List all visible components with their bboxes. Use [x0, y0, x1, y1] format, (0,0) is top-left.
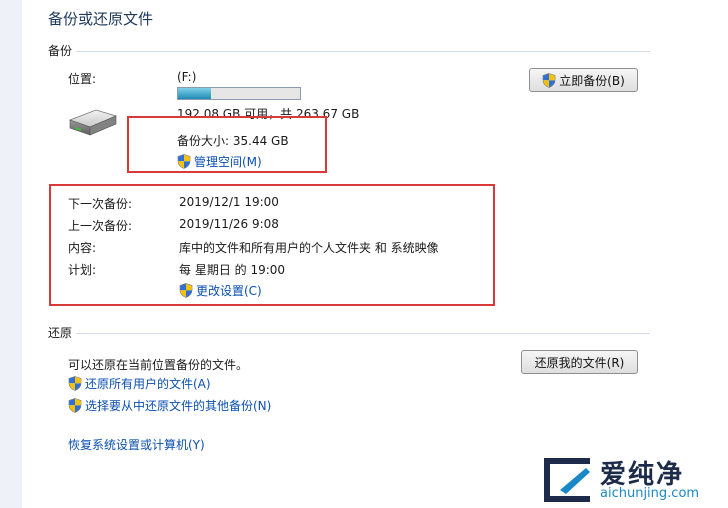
select-other-backup-link[interactable]: 选择要从中还原文件的其他备份(N) — [68, 397, 271, 414]
restore-all-users-link[interactable]: 还原所有用户的文件(A) — [68, 375, 211, 392]
hard-drive-icon — [68, 109, 118, 136]
select-other-backup-link-text: 选择要从中还原文件的其他备份(N) — [85, 399, 272, 413]
restore-description: 可以还原在当前位置备份的文件。 — [68, 358, 249, 372]
watermark: 爱纯净 aichunjing.com — [538, 452, 728, 508]
drive-value: (F:) — [177, 70, 197, 84]
shield-icon — [542, 72, 556, 88]
restore-my-files-button-label: 还原我的文件(R) — [534, 355, 625, 370]
recover-system-link-text: 恢复系统设置或计算机(Y) — [68, 438, 205, 452]
restore-my-files-button[interactable]: 还原我的文件(R) — [521, 350, 638, 374]
backup-section-title: 备份 — [48, 44, 73, 58]
watermark-url: aichunjing.com — [600, 486, 700, 501]
page-title: 备份或还原文件 — [48, 10, 154, 28]
backup-now-button-label: 立即备份(B) — [559, 73, 625, 88]
backup-now-button[interactable]: 立即备份(B) — [529, 68, 638, 92]
left-navigation-strip — [0, 0, 22, 508]
restore-section-title: 还原 — [48, 326, 73, 340]
disk-usage-bar — [177, 87, 301, 100]
shield-icon — [68, 398, 82, 413]
location-label: 位置: — [68, 72, 97, 86]
disk-usage-fill — [178, 88, 211, 99]
backup-section-divider — [76, 51, 650, 52]
highlight-box-backup-size — [127, 116, 327, 173]
highlight-box-schedule — [49, 184, 495, 306]
restore-section-divider — [76, 333, 650, 334]
restore-all-users-link-text: 还原所有用户的文件(A) — [85, 377, 211, 391]
shield-icon — [68, 376, 82, 391]
recover-system-link[interactable]: 恢复系统设置或计算机(Y) — [68, 436, 205, 453]
watermark-logo-icon — [544, 458, 590, 502]
